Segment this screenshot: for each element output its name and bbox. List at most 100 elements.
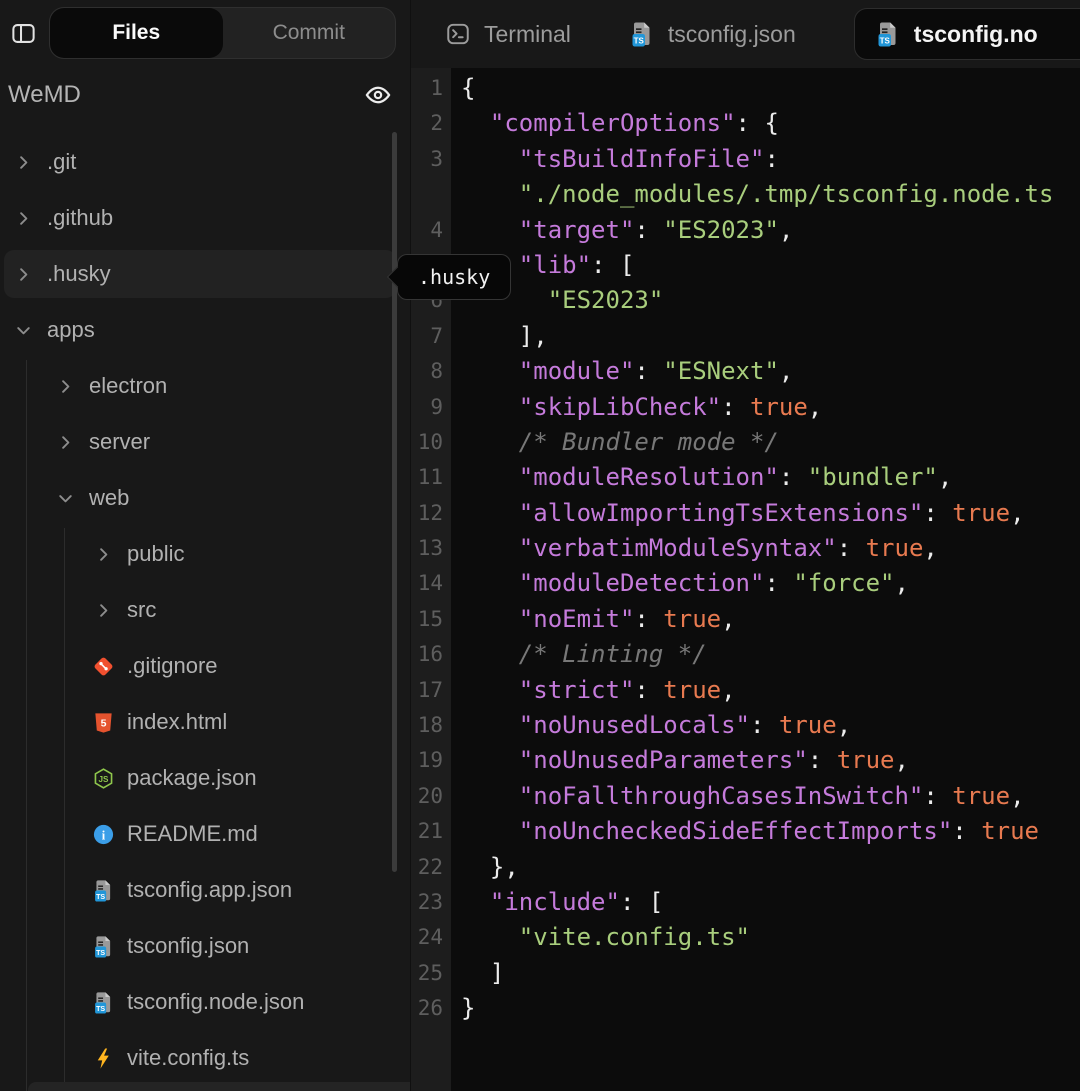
ts-icon: TS <box>629 21 655 47</box>
editor-tab-tsconfig-no[interactable]: TStsconfig.no <box>854 8 1080 60</box>
tree-item-index-html[interactable]: 5index.html <box>4 698 396 746</box>
tree-item-public[interactable]: public <box>4 530 396 578</box>
line-number: 1 <box>411 71 451 106</box>
tree-item-label: package.json <box>127 765 257 791</box>
tree-item-tsconfig-json[interactable]: TStsconfig.json <box>4 922 396 970</box>
code-line: } <box>461 991 1080 1026</box>
tree-item-label: server <box>89 429 150 455</box>
tree-item-vite-config-ts[interactable]: vite.config.ts <box>4 1034 396 1082</box>
svg-text:i: i <box>102 828 106 842</box>
sidebar-header: WeMD <box>0 66 410 124</box>
code-line: "module": "ESNext", <box>461 354 1080 389</box>
tree-item-label: vite.config.ts <box>127 1045 249 1071</box>
editor-tab-terminal[interactable]: Terminal <box>445 21 571 48</box>
sidebar-tab-commit[interactable]: Commit <box>223 8 396 58</box>
line-number: 9 <box>411 390 451 425</box>
code-line: "skipLibCheck": true, <box>461 390 1080 425</box>
editor-tab-label: Terminal <box>484 21 571 48</box>
line-number: 17 <box>411 673 451 708</box>
chevron-right-icon[interactable] <box>12 263 35 286</box>
eye-icon <box>364 81 392 109</box>
terminal-icon <box>445 21 471 47</box>
ts-icon: TS <box>92 991 115 1014</box>
code-line: "strict": true, <box>461 673 1080 708</box>
husky-tooltip: .husky <box>397 254 511 300</box>
line-number: 2 <box>411 106 451 141</box>
tree-item-label: .husky <box>47 261 111 287</box>
line-number: 12 <box>411 496 451 531</box>
chevron-right-icon[interactable] <box>12 151 35 174</box>
preview-toggle-button[interactable] <box>364 81 392 109</box>
tree-item-label: .gitignore <box>127 653 218 679</box>
sidebar-tab-files[interactable]: Files <box>50 8 223 58</box>
tree-item-label: tsconfig.node.json <box>127 989 304 1015</box>
tree-item-tsconfig-node-json[interactable]: TS tsconfig.node.json <box>4 978 396 1026</box>
code-line: "lib": [ <box>461 248 1080 283</box>
line-number: 24 <box>411 920 451 955</box>
editor-tab-tsconfig-json[interactable]: TStsconfig.json <box>629 21 796 48</box>
chevron-down-icon[interactable] <box>54 487 77 510</box>
line-number: 8 <box>411 354 451 389</box>
line-number: 4 <box>411 213 451 248</box>
tree-item-husky[interactable]: .husky <box>4 250 396 298</box>
sidebar-top-bar: Files Commit <box>0 0 410 66</box>
code-area: 1234567891011121314151617181920212223242… <box>411 68 1080 1091</box>
code-line: "noUncheckedSideEffectImports": true <box>461 814 1080 849</box>
line-number: 26 <box>411 991 451 1026</box>
tree-item-web[interactable]: web <box>4 474 396 522</box>
panel-toggle-button[interactable] <box>10 20 37 47</box>
indent-guide-web <box>64 528 65 1082</box>
line-number: 13 <box>411 531 451 566</box>
tree-item-electron[interactable]: electron <box>4 362 396 410</box>
line-number <box>411 177 451 212</box>
code-line: "target": "ES2023", <box>461 213 1080 248</box>
node-icon: JS <box>92 767 115 790</box>
project-title: WeMD <box>8 81 81 109</box>
code-line: }, <box>461 850 1080 885</box>
code-line: "include": [ <box>461 885 1080 920</box>
tree-item-src[interactable]: src <box>4 586 396 634</box>
tree-item-label: apps <box>47 317 95 343</box>
tree-item-label: README.md <box>127 821 258 847</box>
svg-text:5: 5 <box>101 717 107 729</box>
chevron-right-icon[interactable] <box>54 431 77 454</box>
code-line: /* Linting */ <box>461 637 1080 672</box>
svg-text:TS: TS <box>96 893 105 900</box>
tree-item-label: .github <box>47 205 113 231</box>
sidebar-bottom-bar <box>28 1082 410 1091</box>
html-icon: 5 <box>92 711 115 734</box>
line-number: 3 <box>411 142 451 177</box>
chevron-right-icon[interactable] <box>12 207 35 230</box>
line-number-gutter: 1234567891011121314151617181920212223242… <box>411 68 451 1091</box>
tree-item-package-json[interactable]: JS package.json <box>4 754 396 802</box>
code-line: "./node_modules/.tmp/tsconfig.node.ts <box>461 177 1080 212</box>
chevron-right-icon[interactable] <box>92 543 115 566</box>
tree-item-tsconfig-app-json[interactable]: TS tsconfig.app.json <box>4 866 396 914</box>
svg-text:TS: TS <box>96 949 105 956</box>
indent-guide-apps <box>26 360 27 1091</box>
chevron-right-icon[interactable] <box>54 375 77 398</box>
line-number: 19 <box>411 743 451 778</box>
tree-item-server[interactable]: server <box>4 418 396 466</box>
tree-item-readme-md[interactable]: i README.md <box>4 810 396 858</box>
line-number: 15 <box>411 602 451 637</box>
git-icon <box>92 655 115 678</box>
svg-text:TS: TS <box>879 36 890 45</box>
editor-tab-bar: Terminal TStsconfig.json TStsconfig.no <box>411 0 1080 68</box>
chevron-down-icon[interactable] <box>12 319 35 342</box>
line-number: 16 <box>411 637 451 672</box>
tree-item-label: web <box>89 485 129 511</box>
line-number: 25 <box>411 956 451 991</box>
ts-icon: TS <box>875 21 901 47</box>
tree-item-apps[interactable]: apps <box>4 306 396 354</box>
code-content[interactable]: { "compilerOptions": { "tsBuildInfoFile"… <box>451 68 1080 1091</box>
chevron-right-icon[interactable] <box>92 599 115 622</box>
tree-item-label: tsconfig.app.json <box>127 877 292 903</box>
sidebar-tab-label: Files <box>112 21 160 45</box>
tree-item-git[interactable]: .git <box>4 138 396 186</box>
tree-item-github[interactable]: .github <box>4 194 396 242</box>
sidebar-scrollbar[interactable] <box>392 132 397 872</box>
line-number: 21 <box>411 814 451 849</box>
tree-item-label: .git <box>47 149 76 175</box>
tree-item-gitignore[interactable]: .gitignore <box>4 642 396 690</box>
